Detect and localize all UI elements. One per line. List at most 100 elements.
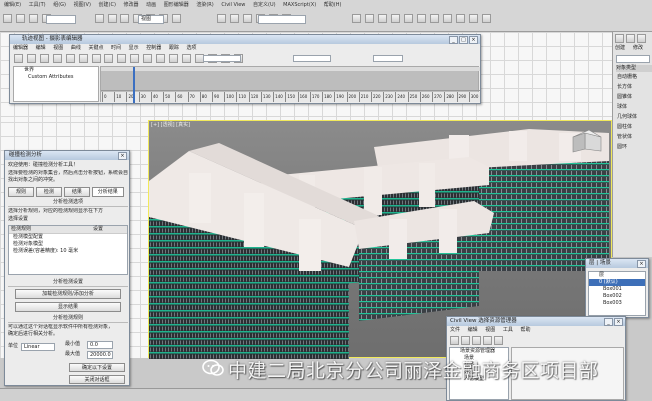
delete-time-icon[interactable] [117,54,127,63]
redo-icon[interactable] [15,14,25,23]
max-value-field[interactable]: 20000.0 [87,351,113,359]
close-dialog-button[interactable]: 关闭对话框 [69,375,125,384]
slide-keys-icon[interactable] [39,54,49,63]
table-row[interactable]: 检测模型配置 [9,234,127,241]
menu-item[interactable]: MAXScript(X) [283,1,316,10]
scale-icon[interactable] [172,14,182,23]
object-type-torus[interactable]: 圆环 [617,144,627,151]
menu-item[interactable]: 编辑(E) [4,1,21,10]
panel-tab-create[interactable]: 创建 [615,45,632,52]
reverse-time-icon[interactable] [130,54,140,63]
tab-rules[interactable]: 规则 [8,187,34,197]
track-view-titlebar[interactable]: 轨迹视图 - 摄影表编辑器 _ □ × [10,35,480,44]
menu-item[interactable]: 渲染(R) [196,1,213,10]
object-type-cylinder[interactable]: 圆柱体 [617,124,632,131]
filter-dropdown[interactable] [46,15,76,24]
add-analysis-button[interactable]: 加载检测规则/添加分析 [15,289,121,299]
tab-analysis-results[interactable]: 分析结果 [91,187,124,197]
layer-list[interactable]: 层 0 (默认) Box001 Box002 Box003 [588,271,646,316]
list-item[interactable]: Box003 [589,300,645,307]
tree-item-custom-attributes[interactable]: Custom Attributes [14,74,98,81]
menu-item[interactable]: 动画 [146,1,156,10]
list-item[interactable]: Box002 [589,293,645,300]
close-icon[interactable]: × [118,152,127,160]
align-icon[interactable] [365,14,375,23]
teapot-icon[interactable] [481,14,491,23]
key-value-field[interactable] [293,55,331,62]
menu-item[interactable]: 帮助 [520,327,530,334]
tree-item[interactable]: 场景资源管理器 [450,348,508,355]
object-type-sphere[interactable]: 球体 [617,104,627,111]
object-type-auto-grid[interactable]: 自动栅格 [617,74,637,81]
menu-item[interactable]: 编辑器 [13,45,28,52]
dialog-titlebar[interactable]: 碰撞检测分析 × [5,151,129,160]
menu-item[interactable]: 帮助(H) [324,1,342,10]
object-type-geosphere[interactable]: 几何球体 [617,114,637,121]
menu-item[interactable]: 视图 [53,45,63,52]
object-type-tube[interactable]: 管状体 [617,134,632,141]
select-time-icon[interactable] [104,54,114,63]
hierarchy-tab-icon[interactable] [637,34,646,43]
layer-manager-icon[interactable] [378,14,388,23]
menu-item[interactable]: 视图(V) [74,1,91,10]
filter-icon[interactable] [14,54,23,63]
close-icon[interactable]: × [637,260,646,268]
view-dropdown[interactable]: 视图 [138,15,164,24]
confirm-settings-button[interactable]: 确定以下设置 [69,363,125,372]
menu-item[interactable]: 时间 [111,45,121,52]
column-header-setting[interactable]: 设置 [93,226,103,232]
ribbon-icon[interactable] [391,14,401,23]
close-icon[interactable]: × [469,36,478,44]
dope-sheet-area[interactable]: 0 10 20 30 40 50 60 70 80 90 100 110 120 130 140 150 160… [100,66,480,103]
list-item[interactable]: Box001 [589,286,645,293]
open-icon[interactable] [461,336,470,345]
menu-item[interactable]: 编辑 [468,327,478,334]
key-value-field-2[interactable] [373,55,403,62]
menu-item[interactable]: 修改器 [124,1,139,10]
table-row[interactable]: 检测误差(容差精度): 10 毫米 [9,248,127,255]
menu-item[interactable]: 创建(C) [99,1,116,10]
list-item[interactable]: 层 [589,272,645,279]
select-by-name-icon[interactable] [107,14,117,23]
scale-values-icon[interactable] [78,54,88,63]
menu-item[interactable]: 选项 [186,45,196,52]
insert-time-icon[interactable] [91,54,101,63]
material-editor-icon[interactable] [429,14,439,23]
mirror-icon[interactable] [352,14,362,23]
menu-item[interactable]: 曲线 [71,45,81,52]
object-type-cone[interactable]: 圆锥体 [617,94,632,101]
snap-icon[interactable] [229,14,239,23]
table-row[interactable]: 检测对象模型 [9,241,127,248]
controller-tree[interactable]: 世界 Custom Attributes [13,66,99,102]
bottom-timeline[interactable] [0,388,446,401]
insert-time-icon-2[interactable] [156,54,166,63]
tree-item-world[interactable]: 世界 [14,67,98,74]
undo-icon[interactable] [3,14,12,23]
link-icon[interactable] [28,14,38,23]
menu-item[interactable]: 自定义(U) [253,1,276,10]
menu-item[interactable]: 关键点 [88,45,103,52]
close-icon[interactable]: × [614,318,623,326]
panel-tab-modify[interactable]: 修改 [633,45,651,52]
menu-item[interactable]: 工具 [503,327,513,334]
refresh-icon[interactable] [483,336,492,345]
resource-explorer-titlebar[interactable]: Civil View 选择资源管理器 _ × [447,317,625,326]
rendered-frame-icon[interactable] [455,14,465,23]
menu-item[interactable]: 文件 [450,327,460,334]
new-icon[interactable] [450,336,459,345]
min-value-field[interactable]: 0.0 [87,341,113,349]
object-type-box[interactable]: 长方体 [617,84,632,91]
time-slider-marker[interactable] [133,67,135,103]
menu-item[interactable]: 编辑 [36,45,46,52]
menu-item[interactable]: 图形编辑器 [164,1,189,10]
copy-time-icon[interactable] [181,54,191,63]
cut-time-icon[interactable] [169,54,179,63]
add-keys-icon[interactable] [52,54,62,63]
tab-results[interactable]: 结果 [63,187,90,197]
menu-item[interactable]: 显示 [129,45,139,52]
named-selection-field[interactable] [258,15,306,24]
menu-item[interactable]: 组(G) [53,1,66,10]
rules-table[interactable]: 检测规则 设置 检测模型配置 检测对象模型 检测误差(容差精度): 10 毫米 [8,225,128,275]
menu-item[interactable]: Civil View [221,1,245,10]
menu-item[interactable]: 工具(T) [29,1,46,10]
